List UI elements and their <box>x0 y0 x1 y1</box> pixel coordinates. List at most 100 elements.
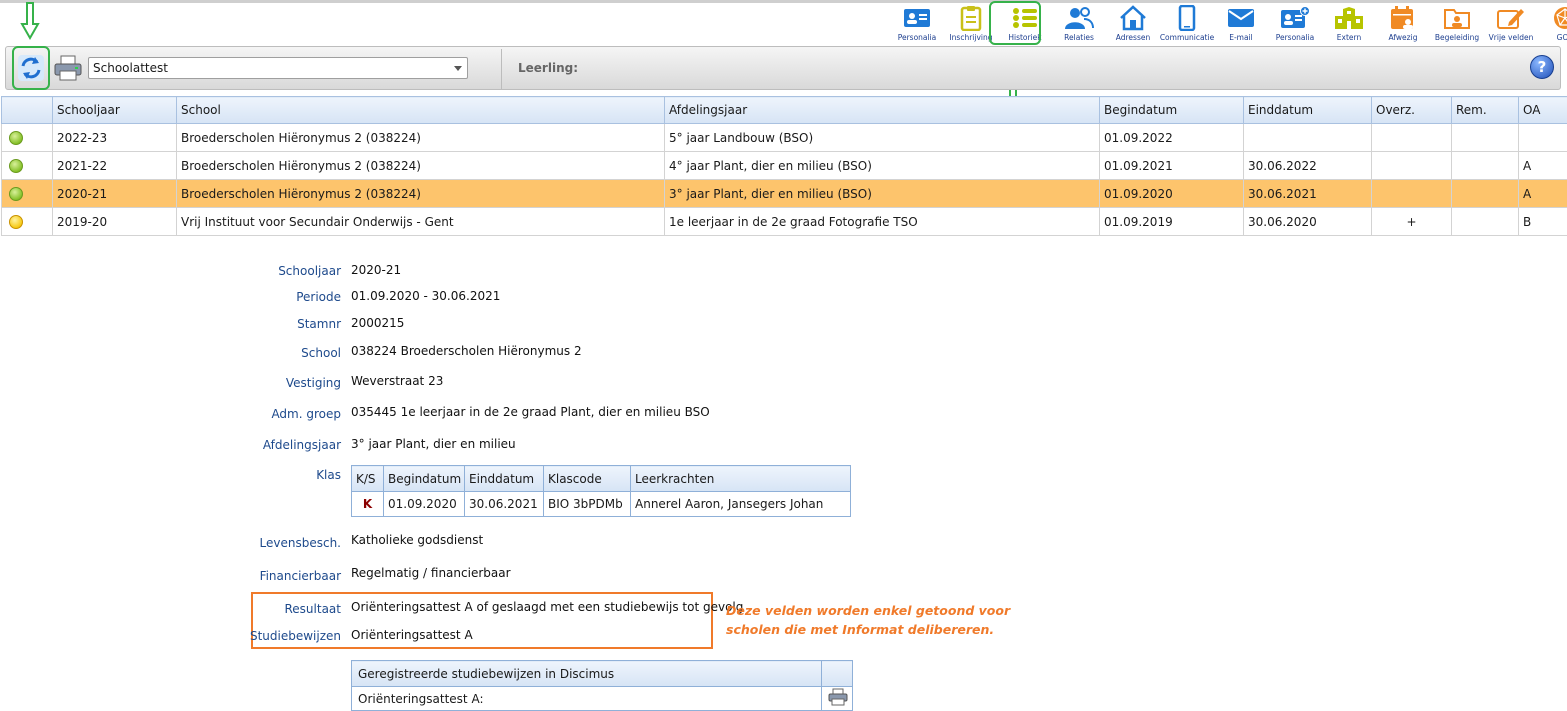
nav-personalia-2[interactable]: Personalia <box>1268 4 1322 44</box>
nav-personalia[interactable]: Personalia <box>890 4 944 44</box>
status-dot-green-icon <box>9 158 23 173</box>
label-financierbaar: Financierbaar <box>259 569 341 583</box>
clipboard-icon <box>956 4 986 32</box>
status-dot-yellow-icon <box>9 214 23 229</box>
col-einddatum[interactable]: Einddatum <box>1243 96 1372 124</box>
toolbar: Schoolattest Leerling: ? <box>5 46 1561 90</box>
value-levensbesch: Katholieke godsdienst <box>351 533 484 547</box>
nav-adressen[interactable]: Adressen <box>1106 4 1160 44</box>
cell-school: Vrij Instituut voor Secundair Onderwijs … <box>176 207 665 236</box>
col-overz[interactable]: Overz. <box>1371 96 1452 124</box>
nav-label: Relaties <box>1064 33 1094 42</box>
value-studiebewijzen: Oriënteringsattest A <box>351 628 473 642</box>
history-table: Schooljaar School Afdelingsjaar Begindat… <box>1 96 1567 236</box>
nav-communicatie[interactable]: Communicatie <box>1160 4 1214 44</box>
status-dot-green-icon <box>9 186 23 201</box>
refresh-highlight <box>12 46 50 90</box>
cell-school: Broederscholen Hiëronymus 2 (038224) <box>176 179 665 208</box>
annotation-note-line: Deze velden worden enkel getoond voor <box>726 603 1011 618</box>
cell-einddatum <box>1243 123 1372 152</box>
col-oa[interactable]: OA <box>1518 96 1567 124</box>
help-button[interactable]: ? <box>1530 55 1554 79</box>
col-ks: K/S <box>351 465 384 492</box>
nav-label: Begeleiding <box>1434 33 1480 42</box>
nav-label: E-mail <box>1229 33 1253 42</box>
col-schooljaar[interactable]: Schooljaar <box>52 96 177 124</box>
cell-begindatum: 01.09.2019 <box>1099 207 1244 236</box>
status-dot-green-icon <box>9 130 23 145</box>
col-klascode: Klascode <box>543 465 631 492</box>
discimus-header-label: Geregistreerde studiebewijzen in Discimu… <box>351 660 822 687</box>
nav-label: Adressen <box>1115 33 1151 42</box>
label-schooljaar: Schooljaar <box>278 264 341 278</box>
nav-relaties[interactable]: Relaties <box>1052 4 1106 44</box>
col-school[interactable]: School <box>176 96 665 124</box>
cell-einddatum: 30.06.2020 <box>1243 207 1372 236</box>
report-select[interactable]: Schoolattest <box>88 57 468 79</box>
value-school: 038224 Broederscholen Hiëronymus 2 <box>351 344 582 358</box>
value-periode: 01.09.2020 - 30.06.2021 <box>351 289 501 303</box>
label-stamnr: Stamnr <box>297 317 341 331</box>
annotation-arrow-down <box>20 2 40 41</box>
nav-vrije-velden[interactable]: Vrije velden <box>1484 4 1538 44</box>
col-status[interactable] <box>1 96 53 124</box>
calendar-person-icon <box>1388 4 1418 32</box>
cell-rem <box>1451 207 1519 236</box>
leerling-label: Leerling: <box>518 61 578 75</box>
table-row[interactable]: 2019-20 Vrij Instituut voor Secundair On… <box>1 207 1567 236</box>
label-levensbesch: Levensbesch. <box>259 536 341 550</box>
cell-overz <box>1371 179 1452 208</box>
value-financierbaar: Regelmatig / financierbaar <box>351 566 511 580</box>
cell-schooljaar: 2020-21 <box>52 179 177 208</box>
phone-icon <box>1172 4 1202 32</box>
print-studiebewijs-button[interactable] <box>821 686 853 711</box>
label-klas: Klas <box>316 468 341 482</box>
id-card-plus-icon <box>1280 4 1310 32</box>
print-button[interactable] <box>50 50 86 86</box>
label-adm-groep: Adm. groep <box>271 407 341 421</box>
table-row[interactable]: 2022-23 Broederscholen Hiëronymus 2 (038… <box>1 123 1567 152</box>
cell-oa <box>1518 123 1567 152</box>
pencil-form-icon <box>1496 4 1526 32</box>
help-icon: ? <box>1537 58 1547 76</box>
discimus-header-empty <box>821 660 853 687</box>
cell-leerkrachten: Annerel Aaron, Jansegers Johan <box>630 491 851 517</box>
nav-label: Personalia <box>1275 33 1315 42</box>
cell-rem <box>1451 179 1519 208</box>
value-vestiging: Weverstraat 23 <box>351 374 444 388</box>
klas-header: K/S Begindatum Einddatum Klascode Leerkr… <box>351 465 851 492</box>
cell-afdelingsjaar: 3° jaar Plant, dier en milieu (BSO) <box>664 179 1100 208</box>
cell-oa: B <box>1518 207 1567 236</box>
envelope-icon <box>1226 4 1256 32</box>
cell-overz <box>1371 123 1452 152</box>
col-afdelingsjaar[interactable]: Afdelingsjaar <box>664 96 1100 124</box>
nav-extern[interactable]: Extern <box>1322 4 1376 44</box>
report-select-value: Schoolattest <box>93 61 168 75</box>
col-rem[interactable]: Rem. <box>1451 96 1519 124</box>
value-stamnr: 2000215 <box>351 316 405 330</box>
col-begindatum[interactable]: Begindatum <box>1099 96 1244 124</box>
cell-oa: A <box>1518 151 1567 180</box>
nav-email[interactable]: E-mail <box>1214 4 1268 44</box>
historiek-highlight <box>989 1 1041 45</box>
col-einddatum: Einddatum <box>464 465 544 492</box>
annotation-note: Deze velden worden enkel getoond voor sc… <box>726 601 1026 639</box>
cell-rem <box>1451 151 1519 180</box>
id-card-icon <box>902 4 932 32</box>
discimus-row-label: Oriënteringsattest A: <box>351 686 822 711</box>
cell-rem <box>1451 123 1519 152</box>
cell-overz <box>1371 151 1452 180</box>
nav-afwezig[interactable]: Afwezig <box>1376 4 1430 44</box>
nav-begeleiding[interactable]: Begeleiding <box>1430 4 1484 44</box>
table-header: Schooljaar School Afdelingsjaar Begindat… <box>1 96 1567 124</box>
printer-icon <box>828 688 848 706</box>
nav-label: Personalia <box>897 33 937 42</box>
value-afdelingsjaar: 3° jaar Plant, dier en milieu <box>351 437 516 451</box>
nav-gok[interactable]: GOK <box>1538 4 1567 44</box>
table-row-selected[interactable]: 2020-21 Broederscholen Hiëronymus 2 (038… <box>1 179 1567 208</box>
nav-label: Afwezig <box>1388 33 1418 42</box>
table-row[interactable]: 2021-22 Broederscholen Hiëronymus 2 (038… <box>1 151 1567 180</box>
label-studiebewijzen: Studiebewijzen <box>249 629 341 643</box>
people-icon <box>1064 4 1094 32</box>
cell-ks: K <box>351 491 384 517</box>
